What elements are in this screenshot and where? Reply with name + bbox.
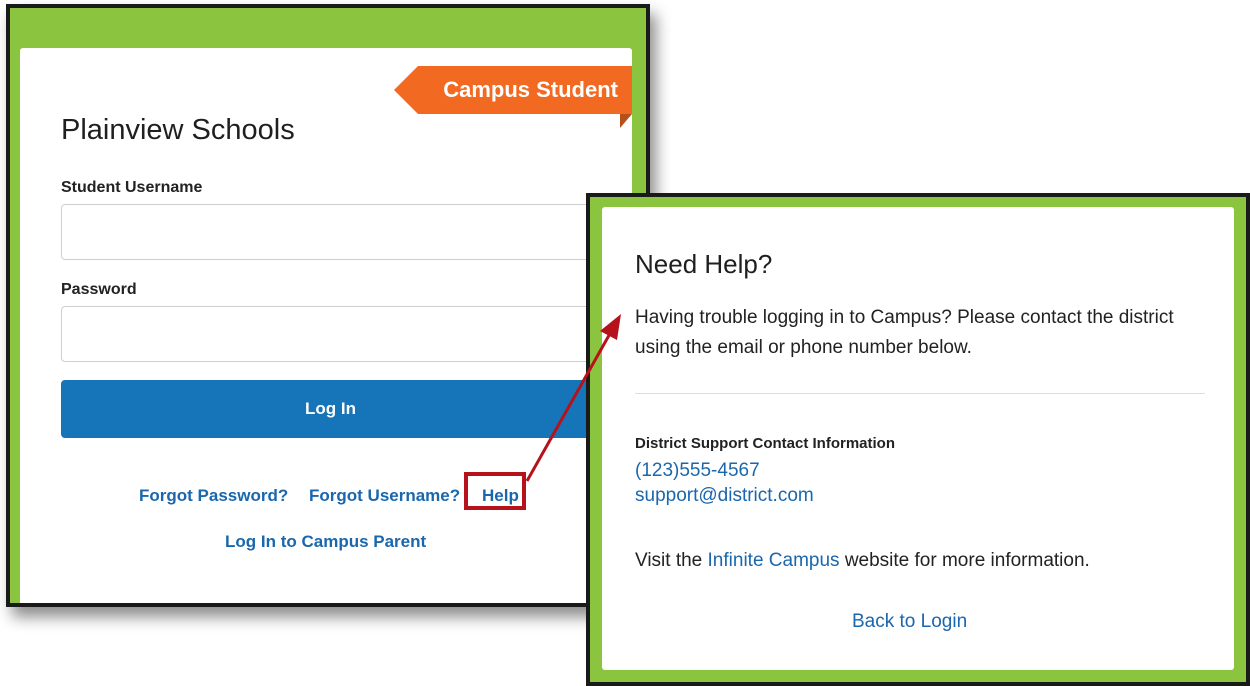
contact-heading: District Support Contact Information [635, 435, 895, 452]
login-button[interactable]: Log In [61, 380, 646, 438]
support-email-link[interactable]: support@district.com [635, 485, 814, 507]
help-description: Having trouble logging in to Campus? Ple… [635, 307, 1174, 358]
help-screenshot: Need Help? Having trouble logging in to … [586, 193, 1250, 686]
school-name: Plainview Schools [61, 114, 295, 146]
visit-info-text: Visit the Infinite Campus website for mo… [635, 550, 1090, 572]
password-label: Password [61, 281, 137, 298]
login-screenshot: Campus Student Plainview Schools Student… [6, 4, 650, 607]
ribbon-fold [620, 114, 632, 128]
back-to-login-link[interactable]: Back to Login [852, 611, 967, 633]
visit-suffix: website for more information. [839, 550, 1090, 571]
login-card: Campus Student Plainview Schools Student… [20, 48, 646, 603]
forgot-username-link[interactable]: Forgot Username? [309, 486, 460, 506]
forgot-password-link[interactable]: Forgot Password? [139, 486, 288, 506]
campus-parent-link[interactable]: Log In to Campus Parent [225, 532, 426, 552]
divider [635, 393, 1205, 394]
help-card: Need Help? Having trouble logging in to … [602, 207, 1234, 670]
help-highlight-box [464, 472, 526, 510]
username-label: Student Username [61, 179, 203, 196]
username-input[interactable] [61, 204, 646, 260]
infinite-campus-link[interactable]: Infinite Campus [708, 550, 840, 571]
campus-student-ribbon: Campus Student [394, 66, 632, 114]
help-title: Need Help? [635, 249, 773, 279]
password-input[interactable] [61, 306, 646, 362]
visit-prefix: Visit the [635, 550, 708, 571]
support-phone-link[interactable]: (123)555-4567 [635, 460, 760, 482]
